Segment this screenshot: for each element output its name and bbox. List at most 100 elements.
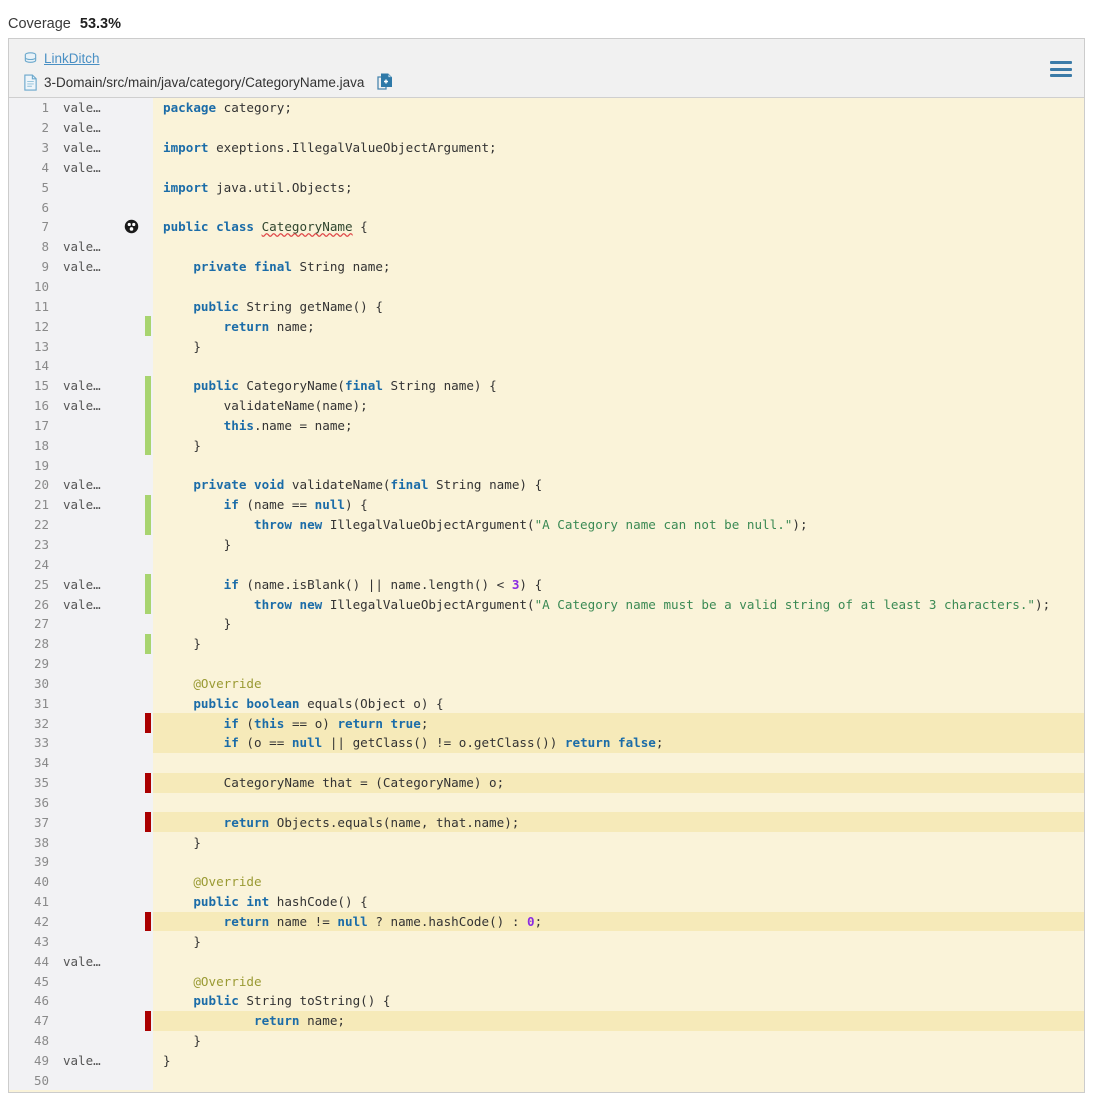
blame-author[interactable]: [57, 931, 117, 952]
code-text[interactable]: [153, 157, 1084, 178]
blame-author[interactable]: vale…: [57, 98, 117, 118]
code-text[interactable]: [153, 752, 1084, 773]
code-text[interactable]: @Override: [153, 871, 1084, 892]
breadcrumb-project-link[interactable]: LinkDitch: [44, 51, 100, 66]
blame-author[interactable]: [57, 812, 117, 833]
code-text[interactable]: [153, 951, 1084, 972]
code-text[interactable]: public class CategoryName {: [153, 217, 1084, 237]
blame-author[interactable]: vale…: [57, 475, 117, 495]
blame-author[interactable]: [57, 852, 117, 872]
code-text[interactable]: public String toString() {: [153, 990, 1084, 1011]
hamburger-menu-icon[interactable]: [1050, 61, 1072, 77]
code-text[interactable]: CategoryName that = (CategoryName) o;: [153, 772, 1084, 793]
code-text[interactable]: return name;: [153, 1010, 1084, 1031]
blame-author[interactable]: [57, 673, 117, 694]
code-text[interactable]: [153, 355, 1084, 376]
blame-author[interactable]: [57, 971, 117, 991]
blame-author[interactable]: [57, 713, 117, 733]
code-text[interactable]: if (this == o) return true;: [153, 713, 1084, 733]
code-text[interactable]: private final String name;: [153, 256, 1084, 277]
code-text[interactable]: throw new IllegalValueObjectArgument("A …: [153, 594, 1084, 614]
blame-author[interactable]: vale…: [57, 494, 117, 515]
code-text[interactable]: [153, 554, 1084, 575]
blame-author[interactable]: vale…: [57, 256, 117, 277]
blame-author[interactable]: vale…: [57, 157, 117, 178]
code-text[interactable]: this.name = name;: [153, 415, 1084, 436]
code-text[interactable]: return name;: [153, 316, 1084, 337]
code-text[interactable]: [153, 117, 1084, 138]
blame-author[interactable]: [57, 534, 117, 555]
blame-author[interactable]: [57, 633, 117, 654]
code-text[interactable]: if (name == null) {: [153, 494, 1084, 515]
blame-author[interactable]: [57, 1030, 117, 1051]
blame-author[interactable]: [57, 554, 117, 575]
blame-author[interactable]: [57, 336, 117, 356]
code-text[interactable]: if (o == null || getClass() != o.getClas…: [153, 733, 1084, 753]
blame-author[interactable]: vale…: [57, 137, 117, 158]
code-text[interactable]: return Objects.equals(name, that.name);: [153, 812, 1084, 833]
blame-author[interactable]: [57, 177, 117, 198]
code-text[interactable]: @Override: [153, 971, 1084, 991]
copy-file-icon[interactable]: [377, 73, 393, 91]
code-text[interactable]: }: [153, 832, 1084, 853]
code-text[interactable]: [153, 455, 1084, 476]
blame-author[interactable]: vale…: [57, 375, 117, 396]
blame-author[interactable]: [57, 693, 117, 714]
blame-author[interactable]: [57, 217, 117, 237]
blame-author[interactable]: [57, 455, 117, 476]
code-scroll-area[interactable]: 1 vale… package category; 2 vale… 3 vale… impor…: [9, 98, 1084, 1092]
blame-author[interactable]: [57, 891, 117, 912]
blame-author[interactable]: [57, 355, 117, 376]
code-text[interactable]: validateName(name);: [153, 395, 1084, 416]
code-text[interactable]: public String getName() {: [153, 296, 1084, 317]
code-text[interactable]: import exeptions.IllegalValueObjectArgum…: [153, 137, 1084, 158]
blame-author[interactable]: [57, 752, 117, 773]
blame-author[interactable]: [57, 613, 117, 634]
code-text[interactable]: return name != null ? name.hashCode() : …: [153, 911, 1084, 932]
blame-author[interactable]: vale…: [57, 1050, 117, 1071]
blame-author[interactable]: [57, 653, 117, 674]
code-text[interactable]: private void validateName(final String n…: [153, 475, 1084, 495]
code-text[interactable]: }: [153, 1030, 1084, 1051]
code-text[interactable]: }: [153, 534, 1084, 555]
blame-author[interactable]: [57, 871, 117, 892]
blame-author[interactable]: [57, 276, 117, 297]
blame-author[interactable]: vale…: [57, 236, 117, 257]
blame-author[interactable]: [57, 1070, 117, 1091]
blame-author[interactable]: vale…: [57, 574, 117, 595]
blame-author[interactable]: [57, 316, 117, 337]
code-text[interactable]: }: [153, 613, 1084, 634]
code-text[interactable]: [153, 197, 1084, 218]
code-text[interactable]: @Override: [153, 673, 1084, 694]
code-text[interactable]: }: [153, 1050, 1084, 1071]
code-text[interactable]: [153, 852, 1084, 872]
code-text[interactable]: public CategoryName(final String name) {: [153, 375, 1084, 396]
code-text[interactable]: if (name.isBlank() || name.length() < 3)…: [153, 574, 1084, 595]
blame-author[interactable]: [57, 1010, 117, 1031]
blame-author[interactable]: [57, 197, 117, 218]
code-text[interactable]: package category;: [153, 98, 1084, 118]
code-text[interactable]: public int hashCode() {: [153, 891, 1084, 912]
code-text[interactable]: }: [153, 336, 1084, 356]
code-text[interactable]: [153, 792, 1084, 813]
blame-author[interactable]: [57, 514, 117, 535]
blame-author[interactable]: vale…: [57, 117, 117, 138]
blame-author[interactable]: [57, 435, 117, 456]
blame-author[interactable]: [57, 296, 117, 317]
blame-author[interactable]: [57, 415, 117, 436]
code-text[interactable]: throw new IllegalValueObjectArgument("A …: [153, 514, 1084, 535]
code-text[interactable]: [153, 653, 1084, 674]
blame-author[interactable]: vale…: [57, 951, 117, 972]
blame-author[interactable]: [57, 990, 117, 1011]
blame-author[interactable]: [57, 733, 117, 753]
blame-author[interactable]: [57, 832, 117, 853]
code-text[interactable]: [153, 236, 1084, 257]
bug-marker-icon[interactable]: [124, 219, 139, 234]
code-text[interactable]: [153, 276, 1084, 297]
blame-author[interactable]: vale…: [57, 594, 117, 614]
code-text[interactable]: }: [153, 633, 1084, 654]
code-text[interactable]: public boolean equals(Object o) {: [153, 693, 1084, 714]
code-text[interactable]: [153, 1070, 1084, 1091]
blame-author[interactable]: [57, 792, 117, 813]
code-text[interactable]: import java.util.Objects;: [153, 177, 1084, 198]
